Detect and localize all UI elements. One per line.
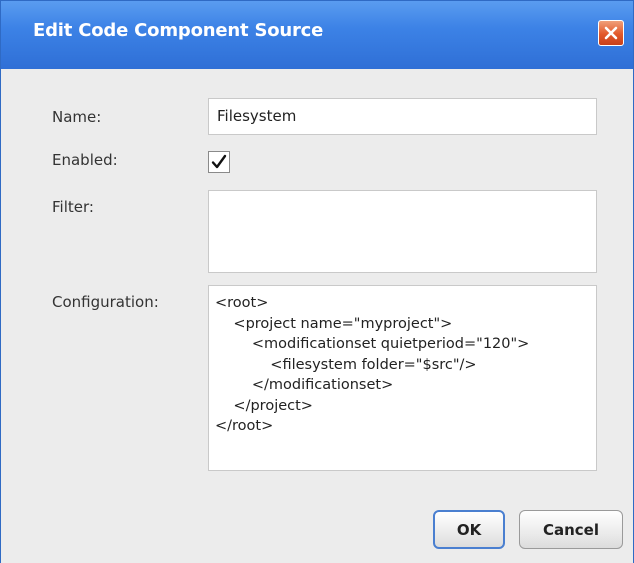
close-button[interactable]: [598, 20, 624, 46]
config-line: <filesystem folder="$src"/>: [215, 356, 477, 373]
config-line: </modificationset>: [215, 377, 394, 393]
dialog-title: Edit Code Component Source: [33, 20, 324, 41]
filter-label: Filter:: [52, 198, 94, 216]
filter-field[interactable]: [208, 190, 597, 273]
title-bar[interactable]: Edit Code Component Source: [1, 1, 633, 69]
config-line: </root>: [215, 418, 274, 434]
name-label: Name:: [52, 108, 102, 126]
enabled-checkbox[interactable]: [208, 151, 230, 173]
config-line: </project>: [215, 397, 313, 414]
cancel-button[interactable]: Cancel: [519, 510, 623, 549]
config-line: <modificationset quietperiod="120">: [215, 336, 530, 352]
configuration-field[interactable]: <root> <project name="myproject"> <modif…: [208, 285, 597, 471]
enabled-label: Enabled:: [52, 151, 118, 169]
checkmark-icon: [211, 154, 227, 169]
edit-source-dialog: Edit Code Component Source Name: Filesys…: [0, 0, 634, 563]
config-line: <root>: [215, 295, 269, 311]
config-line: <project name="myproject">: [215, 315, 453, 332]
configuration-label: Configuration:: [52, 293, 159, 311]
ok-button[interactable]: OK: [433, 510, 505, 549]
close-icon: [604, 26, 618, 40]
name-field[interactable]: Filesystem: [208, 98, 597, 135]
